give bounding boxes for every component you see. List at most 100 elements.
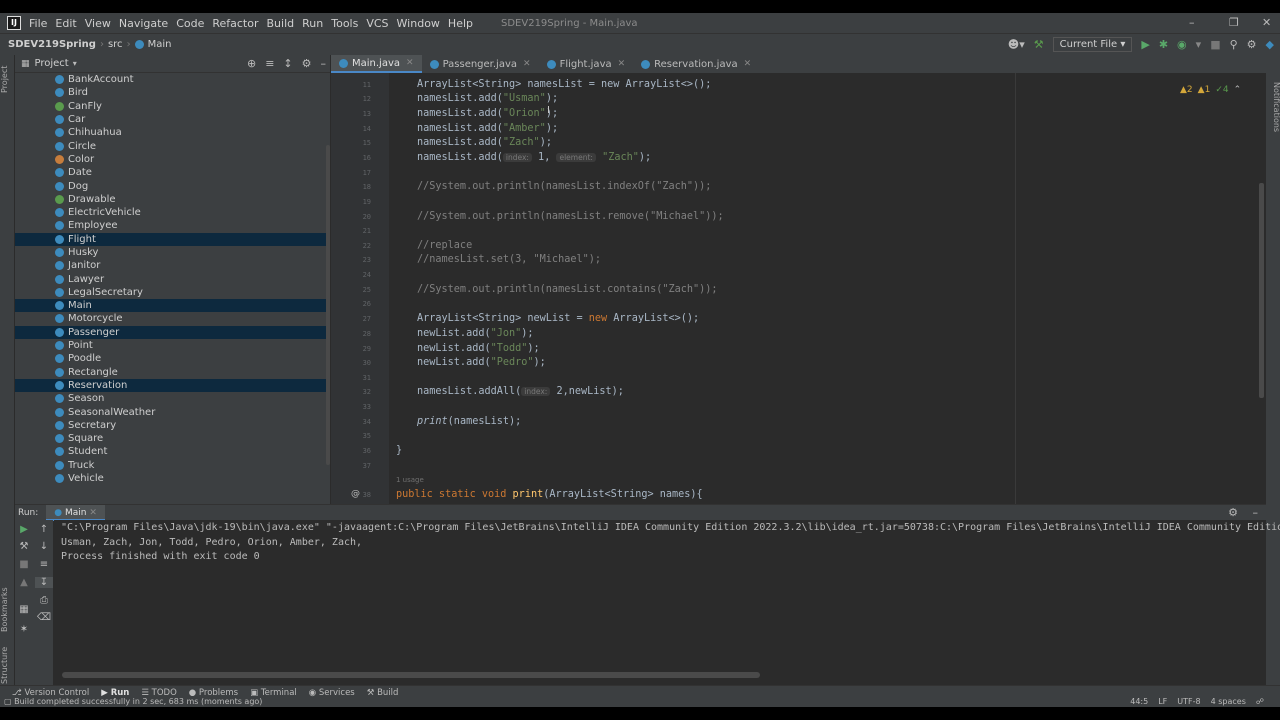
- tree-item-student[interactable]: Student: [15, 445, 330, 458]
- menu-tools[interactable]: Tools: [331, 17, 358, 30]
- tree-item-legalsecretary[interactable]: LegalSecretary: [15, 286, 330, 299]
- indent-setting[interactable]: 4 spaces: [1211, 697, 1246, 706]
- settings-gear-icon[interactable]: ⚙: [1247, 38, 1257, 51]
- run-configuration-select[interactable]: Current File ▾: [1052, 37, 1133, 52]
- tree-item-flight[interactable]: Flight: [15, 232, 330, 246]
- collapse-all-icon[interactable]: ≡: [265, 57, 274, 70]
- file-encoding[interactable]: UTF-8: [1177, 697, 1200, 706]
- menu-view[interactable]: View: [85, 17, 111, 30]
- build-tab[interactable]: ⚒ Build: [367, 688, 399, 698]
- tree-item-bird[interactable]: Bird: [15, 86, 330, 99]
- menu-build[interactable]: Build: [267, 17, 295, 30]
- console-horizontal-scrollbar[interactable]: [62, 672, 760, 678]
- tree-item-vehicle[interactable]: Vehicle: [15, 472, 330, 485]
- soft-wrap-icon[interactable]: ≡: [35, 559, 53, 570]
- more-run-icon[interactable]: ▾: [1196, 38, 1202, 51]
- tree-item-rectangle[interactable]: Rectangle: [15, 366, 330, 379]
- editor-tab[interactable]: Reservation.java ✕: [633, 55, 759, 73]
- chevron-up-icon[interactable]: ⌃: [1234, 85, 1242, 95]
- tree-item-seasonalweather[interactable]: SeasonalWeather: [15, 405, 330, 418]
- menu-code[interactable]: Code: [176, 17, 204, 30]
- editor-tab[interactable]: Passenger.java ✕: [422, 55, 539, 73]
- layout-icon[interactable]: ▦: [15, 604, 33, 615]
- hide-run-panel-icon[interactable]: –: [1253, 506, 1259, 519]
- rerun-icon[interactable]: ▶: [15, 524, 33, 535]
- code-editor[interactable]: ArrayList<String> namesList = new ArrayL…: [389, 73, 1266, 504]
- pin-icon[interactable]: ▲: [15, 577, 33, 588]
- tree-item-dog[interactable]: Dog: [15, 179, 330, 192]
- coverage-icon[interactable]: ◉: [1177, 38, 1187, 51]
- tree-item-janitor[interactable]: Janitor: [15, 259, 330, 272]
- close-tab-icon[interactable]: ✕: [89, 508, 97, 518]
- tree-item-color[interactable]: Color: [15, 153, 330, 166]
- options-gear-icon[interactable]: ⚙: [302, 57, 312, 70]
- breadcrumb-project[interactable]: SDEV219Spring: [8, 39, 96, 50]
- editor-tab[interactable]: Flight.java ✕: [539, 55, 634, 73]
- tree-item-season[interactable]: Season: [15, 392, 330, 405]
- print-icon[interactable]: ⎙: [35, 595, 53, 606]
- tree-item-date[interactable]: Date: [15, 166, 330, 179]
- menu-window[interactable]: Window: [397, 17, 440, 30]
- line-separator[interactable]: LF: [1158, 697, 1167, 706]
- tree-item-canfly[interactable]: CanFly: [15, 100, 330, 113]
- run-console[interactable]: "C:\Program Files\Java\jdk-19\bin\java.e…: [54, 520, 1280, 685]
- build-hammer-icon[interactable]: ⚒: [1034, 38, 1044, 51]
- close-tab-icon[interactable]: ✕: [744, 59, 752, 69]
- menu-file[interactable]: File: [29, 17, 47, 30]
- tree-item-husky[interactable]: Husky: [15, 246, 330, 259]
- bookmarks-side-tab[interactable]: Bookmarks: [0, 580, 15, 640]
- tree-item-reservation[interactable]: Reservation: [15, 378, 330, 393]
- editor-scrollbar[interactable]: [1259, 183, 1264, 398]
- scroll-to-end-icon[interactable]: ↧: [35, 577, 53, 588]
- menu-navigate[interactable]: Navigate: [119, 17, 168, 30]
- status-message[interactable]: ▢ Build completed successfully in 2 sec,…: [4, 697, 262, 706]
- editor-tab[interactable]: Main.java ✕: [331, 55, 422, 73]
- terminal-tab[interactable]: ▣ Terminal: [250, 688, 297, 698]
- notifications-side-tab[interactable]: Notifications: [1266, 77, 1280, 137]
- tree-item-employee[interactable]: Employee: [15, 219, 330, 232]
- tree-item-chihuahua[interactable]: Chihuahua: [15, 126, 330, 139]
- breadcrumb-main[interactable]: Main: [148, 39, 172, 50]
- locate-icon[interactable]: ⊕: [247, 57, 256, 70]
- scroll-up-icon[interactable]: ↑: [35, 524, 53, 535]
- tree-item-lawyer[interactable]: Lawyer: [15, 272, 330, 285]
- run-tab-main[interactable]: ● Main ✕: [46, 504, 105, 521]
- restore-icon[interactable]: ❐: [1229, 16, 1239, 29]
- tree-item-car[interactable]: Car: [15, 113, 330, 126]
- minimize-icon[interactable]: –: [1189, 16, 1195, 29]
- chevron-down-icon[interactable]: ▾: [73, 59, 77, 68]
- lock-icon[interactable]: ☍: [1256, 697, 1264, 706]
- todo-tab[interactable]: ☰ TODO: [141, 688, 176, 698]
- tree-item-circle[interactable]: Circle: [15, 139, 330, 152]
- menu-vcs[interactable]: VCS: [366, 17, 388, 30]
- tree-item-drawable[interactable]: Drawable: [15, 193, 330, 206]
- hide-panel-icon[interactable]: –: [321, 57, 327, 70]
- menu-help[interactable]: Help: [448, 17, 473, 30]
- tree-item-motorcycle[interactable]: Motorcycle: [15, 312, 330, 325]
- menu-run[interactable]: Run: [302, 17, 323, 30]
- breadcrumb-src[interactable]: src: [108, 39, 123, 50]
- tree-item-square[interactable]: Square: [15, 432, 330, 445]
- structure-side-tab[interactable]: Structure: [0, 640, 15, 690]
- project-side-tab[interactable]: Project: [0, 59, 15, 99]
- clear-trash-icon[interactable]: ⌫: [35, 612, 53, 623]
- close-tab-icon[interactable]: ✕: [406, 58, 414, 68]
- tree-item-main[interactable]: Main: [15, 299, 330, 313]
- run-settings-gear-icon[interactable]: ⚙: [1228, 506, 1238, 519]
- close-window-icon[interactable]: ✕: [1262, 16, 1271, 29]
- tree-item-secretary[interactable]: Secretary: [15, 419, 330, 432]
- stop-run-icon[interactable]: ■: [15, 559, 33, 570]
- override-marker-icon[interactable]: @: [351, 489, 360, 499]
- ide-update-icon[interactable]: ◆: [1266, 38, 1274, 51]
- tree-item-electricvehicle[interactable]: ElectricVehicle: [15, 206, 330, 219]
- project-scrollbar[interactable]: [326, 145, 330, 465]
- menu-refactor[interactable]: Refactor: [212, 17, 258, 30]
- usage-hint[interactable]: 1 usage: [396, 476, 424, 484]
- run-icon[interactable]: ▶: [1141, 38, 1149, 51]
- version-control-tab[interactable]: ⎇ Version Control: [12, 688, 89, 698]
- tree-item-point[interactable]: Point: [15, 339, 330, 352]
- inspection-widget[interactable]: ▲2 ▲1 ✓4 ⌃: [1180, 85, 1241, 95]
- user-icon[interactable]: ☻▾: [1008, 38, 1025, 51]
- tree-item-bankaccount[interactable]: BankAccount: [15, 73, 330, 86]
- wrench-icon[interactable]: ⚒: [15, 541, 33, 552]
